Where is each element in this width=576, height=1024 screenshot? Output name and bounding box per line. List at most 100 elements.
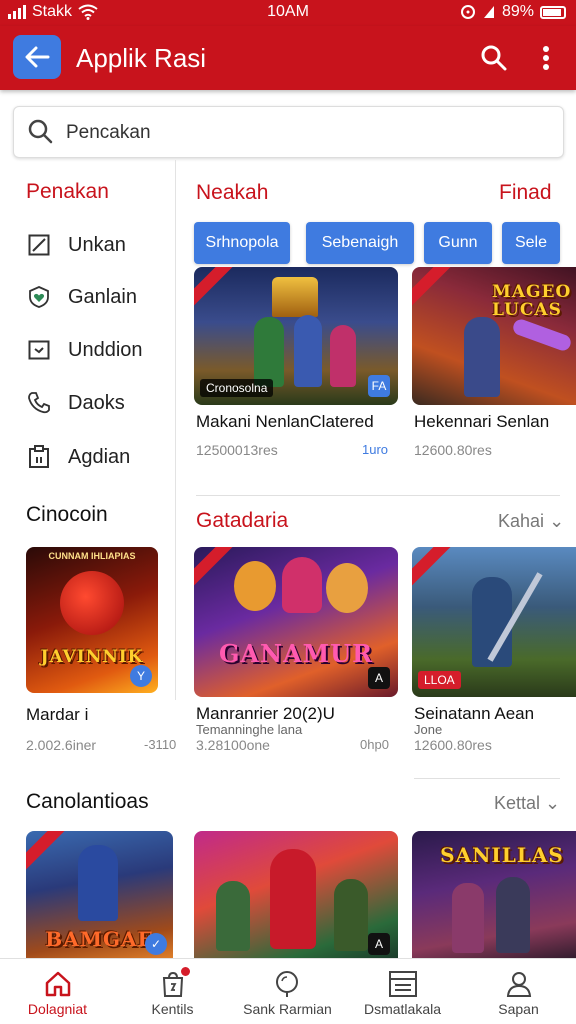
section-divider — [414, 778, 560, 779]
arrow-left-icon — [25, 46, 50, 68]
game-thumbnail[interactable]: Cronosolna FA — [194, 267, 398, 405]
sidebar-item-unddion[interactable]: Unddion — [26, 333, 143, 367]
character-figure — [334, 879, 368, 951]
character-figure — [270, 849, 316, 949]
sidebar-item-label: Agdian — [68, 445, 131, 468]
nav-item-search[interactable]: Sank Rarmian — [230, 959, 345, 1024]
more-options-button[interactable] — [528, 40, 564, 76]
heart-shield-icon — [26, 284, 52, 310]
section-title-gatadaria: Gatadaria — [196, 509, 289, 532]
clipboard-icon — [26, 444, 52, 470]
app-title: Applik Rasi — [76, 43, 207, 73]
platform-badge: ✓ — [145, 933, 167, 955]
character-figure — [496, 877, 530, 953]
section-title-cinocoin: Cinocoin — [26, 503, 108, 526]
section-link-label: Kettal — [494, 793, 541, 813]
nav-item-store[interactable]: Kentils — [115, 959, 230, 1024]
game-thumbnail[interactable]: BAMGAE ✓ — [26, 831, 173, 959]
battery-percent: 89% — [501, 3, 534, 20]
sidebar-item-unkan[interactable]: Unkan — [26, 228, 126, 262]
chevron-down-icon: ⌄ — [549, 511, 565, 531]
search-input[interactable] — [66, 117, 546, 149]
character-figure — [282, 557, 322, 613]
character-figure — [330, 325, 356, 387]
thumbnail-banner-text: CUNNAM IHLIAPIAS — [48, 551, 136, 561]
platform-badge: Y — [130, 665, 152, 687]
sidebar-item-label: Daoks — [68, 391, 125, 414]
sidebar-item-daoks[interactable]: Daoks — [26, 386, 125, 420]
card-meta: 3.28100one — [196, 737, 270, 753]
section-link-kahai[interactable]: Kahai ⌄ — [498, 511, 564, 532]
filter-chip[interactable]: Sele — [502, 222, 560, 264]
game-thumbnail[interactable]: A — [194, 831, 398, 959]
card-extra: -3110 — [144, 737, 177, 752]
more-vertical-icon — [543, 46, 549, 70]
thumbnail-label: LLOA — [418, 671, 461, 689]
sidebar-title: Penakan — [26, 180, 109, 203]
ribbon-tag — [194, 547, 236, 587]
filter-chip[interactable]: Gunn — [424, 222, 492, 264]
phone-icon — [26, 390, 52, 416]
section-title-canolantioas: Canolantioas — [26, 790, 149, 813]
section-link-finad[interactable]: Finad — [499, 181, 552, 205]
status-bar: Stakk 10AM 89% — [0, 0, 576, 26]
card-extra: 1uro — [362, 442, 389, 457]
game-thumbnail[interactable]: MAGEO LUCAS — [412, 267, 576, 405]
chevron-down-icon: ⌄ — [545, 793, 561, 813]
thumbnail-art-title: SANILLAS — [440, 843, 564, 867]
game-thumbnail[interactable]: SANILLAS — [412, 831, 576, 959]
search-bar — [13, 106, 564, 158]
filter-chip[interactable]: Sebenaigh — [306, 222, 414, 264]
section-divider — [196, 495, 560, 496]
magic-effect — [511, 317, 573, 353]
card-meta: 12600.80res — [414, 737, 492, 753]
card-extra: 0hp0 — [360, 737, 389, 752]
nav-label: Sank Rarmian — [243, 1001, 332, 1017]
crown-emblem — [272, 277, 318, 317]
sidebar-item-ganlain[interactable]: Ganlain — [26, 280, 137, 314]
game-thumbnail[interactable]: CUNNAM IHLIAPIAS JAVINNIK Y — [26, 547, 158, 693]
game-thumbnail[interactable]: LLOA — [412, 547, 576, 697]
character-figure — [216, 881, 250, 951]
nav-item-list[interactable]: Dsmatlakala — [345, 959, 460, 1024]
notification-dot — [180, 967, 190, 976]
card-title: Mardar i — [26, 705, 89, 724]
list-icon — [388, 969, 418, 999]
section-link-kettal[interactable]: Kettal ⌄ — [494, 793, 560, 814]
nav-item-home[interactable]: Dolagniat — [0, 959, 115, 1024]
character-figure — [452, 883, 484, 953]
card-meta: 12600.80res — [414, 442, 492, 458]
section-link-label: Kahai — [498, 511, 545, 531]
sidebar-item-label: Ganlain — [68, 285, 137, 308]
card-title: Hekennari Senlan — [414, 412, 550, 431]
character-figure — [326, 563, 368, 613]
store-icon — [158, 967, 190, 999]
nav-item-profile[interactable]: Sapan — [461, 959, 576, 1024]
card-subtitle: Temanninghe lana — [196, 722, 303, 737]
inbox-icon — [26, 337, 52, 363]
search-button[interactable] — [476, 40, 512, 76]
app-bar: Applik Rasi — [0, 26, 576, 90]
sidebar-item-label: Unkan — [68, 233, 126, 256]
nav-label: Kentils — [151, 1001, 194, 1017]
profile-icon — [504, 969, 534, 999]
battery-icon — [540, 5, 566, 19]
card-title: Manranrier 20(2)U — [196, 704, 335, 723]
home-icon — [43, 969, 73, 999]
ribbon-tag — [412, 267, 454, 307]
filter-chip[interactable]: Srhnopola — [194, 222, 290, 264]
ribbon-tag — [194, 267, 236, 307]
back-button[interactable] — [13, 35, 61, 79]
card-title: Seinatann Aean — [414, 704, 535, 723]
square-slash-icon — [26, 232, 52, 258]
search-icon — [28, 119, 53, 144]
character-figure — [294, 315, 322, 387]
character-figure — [60, 571, 124, 635]
ribbon-tag — [412, 547, 454, 587]
game-thumbnail[interactable]: GANAMUR A — [194, 547, 398, 697]
sidebar-item-agdian[interactable]: Agdian — [26, 440, 130, 474]
alarm-icon — [460, 5, 475, 19]
character-figure — [464, 317, 500, 397]
sidebar-item-label: Unddion — [68, 338, 143, 361]
thumbnail-art-title: MAGEO LUCAS — [492, 282, 572, 320]
